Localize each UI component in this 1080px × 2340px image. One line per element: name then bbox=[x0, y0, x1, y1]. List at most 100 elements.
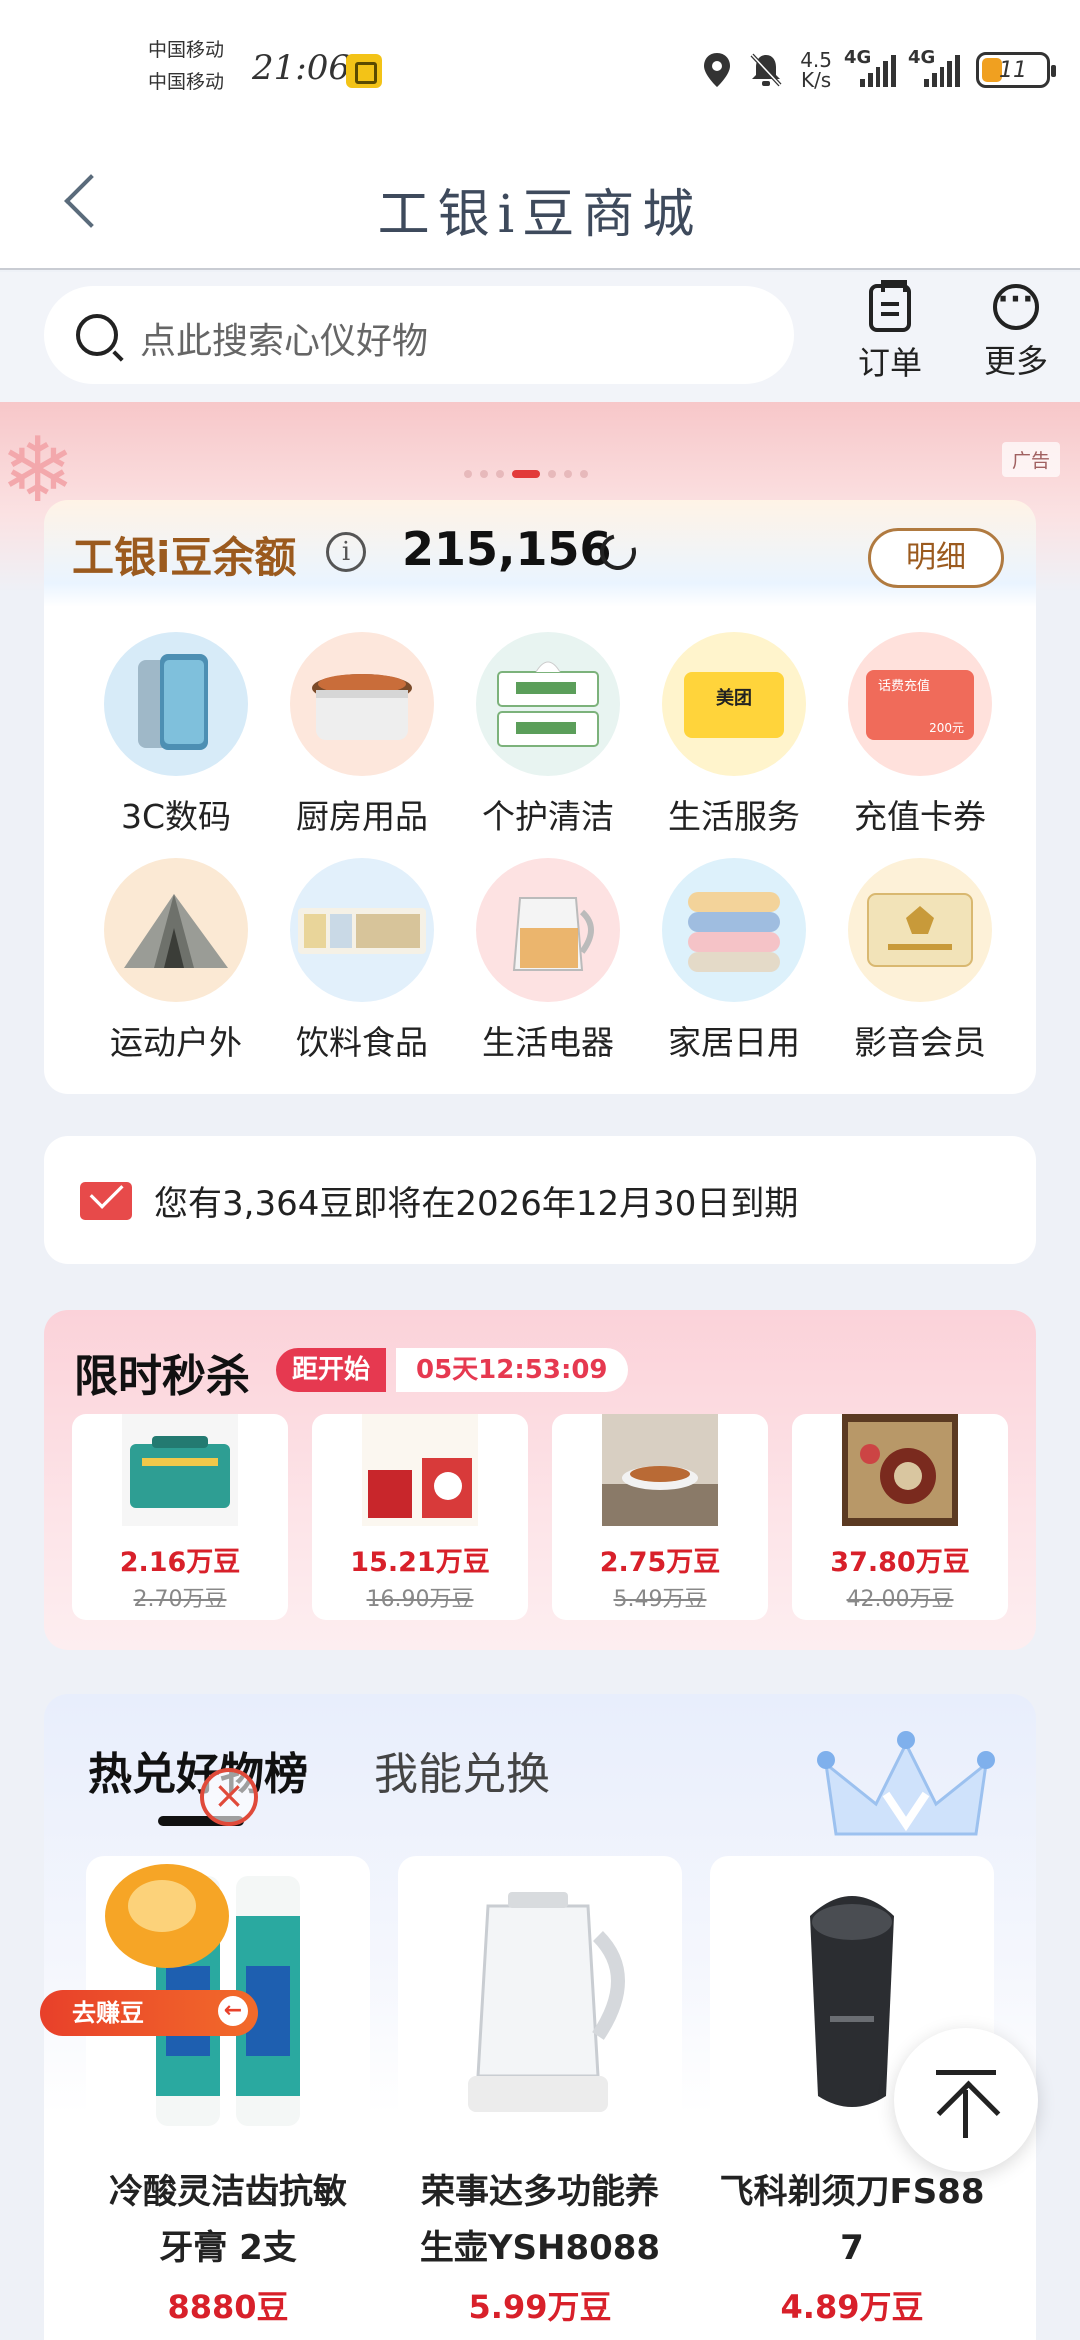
iqiyi-card-icon bbox=[848, 858, 992, 1002]
signal-1-icon: 4G bbox=[844, 47, 896, 87]
expiry-notice[interactable]: 您有3,364豆即将在2026年12月30日到期 bbox=[44, 1136, 1036, 1264]
flash-original-price: 16.90万豆 bbox=[366, 1587, 474, 1612]
signal-2-icon: 4G bbox=[908, 47, 960, 87]
bean-egg-icon bbox=[105, 1864, 229, 1968]
category-life-service[interactable]: 美团 生活服务 bbox=[644, 632, 824, 838]
product-card[interactable]: 荣事达多功能养 生壶YSH8088 5.99万豆 bbox=[398, 1856, 682, 2328]
order-list-icon bbox=[869, 280, 911, 332]
expiry-text: 您有3,364豆即将在2026年12月30日到期 bbox=[154, 1184, 799, 1224]
product-name-line1: 荣事达多功能养 bbox=[421, 2172, 659, 2212]
carrier-1: 中国移动 bbox=[148, 39, 225, 61]
flash-original-price: 2.70万豆 bbox=[133, 1587, 227, 1612]
flash-price: 2.16万豆 bbox=[119, 1547, 241, 1578]
flash-sale-title: 限时秒杀 bbox=[74, 1351, 250, 1402]
product-price: 4.89万豆 bbox=[780, 2288, 924, 2326]
flash-price: 37.80万豆 bbox=[830, 1547, 970, 1578]
towels-icon bbox=[662, 858, 806, 1002]
category-kitchen[interactable]: 厨房用品 bbox=[272, 632, 452, 838]
category-label: 充值卡券 bbox=[854, 797, 986, 836]
category-label: 家居日用 bbox=[668, 1023, 800, 1062]
search-icon bbox=[76, 314, 118, 356]
more-label: 更多 bbox=[983, 342, 1048, 380]
balance-card: 工银i豆余额 i 215,156 明细 3C数码 厨房用品 个护清洁 美团 生活… bbox=[44, 500, 1036, 1094]
app-badge-icon bbox=[346, 54, 382, 88]
category-label: 生活电器 bbox=[482, 1023, 614, 1062]
countdown-label: 距开始 bbox=[276, 1348, 387, 1392]
arrow-up-icon bbox=[963, 2090, 968, 2138]
category-label: 生活服务 bbox=[668, 797, 800, 836]
search-input[interactable]: 点此搜索心仪好物 bbox=[44, 286, 794, 384]
product-name-line1: 冷酸灵洁齿抗敏 bbox=[109, 2172, 347, 2212]
category-personal-care[interactable]: 个护清洁 bbox=[458, 632, 638, 838]
category-outdoor[interactable]: 运动户外 bbox=[86, 858, 266, 1064]
flash-price: 15.21万豆 bbox=[350, 1547, 490, 1578]
status-bar: 中国移动 中国移动 21:06 4.5 K/s 4G 4G 11 bbox=[0, 0, 1080, 140]
product-price: 5.99万豆 bbox=[468, 2288, 612, 2326]
battery-level: 11 bbox=[999, 57, 1027, 83]
flash-item[interactable]: 2.16万豆 2.70万豆 bbox=[72, 1414, 288, 1620]
back-to-top-button[interactable] bbox=[894, 2028, 1038, 2172]
category-label: 运动户外 bbox=[110, 1023, 242, 1062]
product-name-line2: 牙膏 2支 bbox=[159, 2228, 297, 2268]
flash-item[interactable]: 37.80万豆 42.00万豆 bbox=[792, 1414, 1008, 1620]
signal-1-label: 4G bbox=[844, 47, 872, 68]
category-label: 个护清洁 bbox=[482, 797, 614, 836]
kettle-icon bbox=[476, 858, 620, 1002]
detail-button[interactable]: 明细 bbox=[868, 528, 1004, 588]
countdown-timer: 05天12:53:09 bbox=[396, 1348, 628, 1392]
gift-box-image bbox=[362, 1414, 478, 1526]
close-icon[interactable]: × bbox=[200, 1768, 258, 1826]
signal-2-label: 4G bbox=[908, 47, 936, 68]
phone-icon bbox=[104, 632, 248, 776]
more-dots-icon bbox=[993, 282, 1039, 330]
category-label: 影音会员 bbox=[854, 1023, 986, 1062]
category-membership[interactable]: 影音会员 bbox=[830, 858, 1010, 1064]
category-home[interactable]: 家居日用 bbox=[644, 858, 824, 1064]
flash-item[interactable]: 2.75万豆 5.49万豆 bbox=[552, 1414, 768, 1620]
product-name-line1: 飞科剃须刀FS88 bbox=[719, 2172, 985, 2212]
product-name: 冷酸灵洁齿抗敏 牙膏 2支 bbox=[86, 2164, 370, 2276]
topup-card-text: 话费充值 bbox=[878, 678, 930, 694]
tab-hot-list[interactable]: 热兑好物榜 bbox=[88, 1738, 308, 1802]
balance-title: 工银i豆余额 bbox=[72, 533, 297, 582]
category-topup[interactable]: 话费充值 200元 充值卡券 bbox=[830, 632, 1010, 838]
drinks-icon bbox=[290, 858, 434, 1002]
battery-icon: 11 bbox=[976, 52, 1056, 88]
cooker-icon bbox=[290, 632, 434, 776]
location-icon bbox=[704, 53, 731, 87]
carrier-2: 中国移动 bbox=[148, 71, 225, 93]
net-speed: 4.5 K/s bbox=[800, 50, 832, 90]
ad-label: 广告 bbox=[1001, 442, 1060, 477]
tab-can-redeem[interactable]: 我能兑换 bbox=[374, 1738, 550, 1802]
flash-original-price: 42.00万豆 bbox=[846, 1587, 954, 1612]
topup-card-icon: 话费充值 200元 bbox=[848, 632, 992, 776]
product-name-line2: 7 bbox=[840, 2228, 864, 2268]
banner-pagination bbox=[464, 470, 588, 478]
category-appliances[interactable]: 生活电器 bbox=[458, 858, 638, 1064]
product-price: 8880豆 bbox=[167, 2288, 289, 2326]
flash-price: 2.75万豆 bbox=[599, 1547, 721, 1578]
product-name: 飞科剃须刀FS88 7 bbox=[710, 2164, 994, 2276]
product-name-line2: 生壶YSH8088 bbox=[419, 2228, 661, 2268]
arrow-left-icon: ← bbox=[218, 1996, 248, 2026]
more-button[interactable]: 更多 bbox=[966, 282, 1066, 382]
info-icon[interactable]: i bbox=[326, 532, 366, 572]
carrier-labels: 中国移动 中国移动 bbox=[148, 34, 224, 98]
orders-label: 订单 bbox=[857, 344, 922, 382]
category-label: 厨房用品 bbox=[296, 797, 428, 836]
search-placeholder: 点此搜索心仪好物 bbox=[140, 321, 429, 362]
net-speed-value: 4.5 bbox=[800, 48, 832, 72]
crown-icon bbox=[817, 1731, 995, 1836]
tool-case-image bbox=[122, 1414, 238, 1526]
category-3c[interactable]: 3C数码 bbox=[86, 632, 266, 838]
product-name: 荣事达多功能养 生壶YSH8088 bbox=[398, 2164, 682, 2276]
category-food[interactable]: 饮料食品 bbox=[272, 858, 452, 1064]
page-title: 工银i豆商城 bbox=[377, 185, 703, 245]
flash-item[interactable]: 15.21万豆 16.90万豆 bbox=[312, 1414, 528, 1620]
gift-set-image bbox=[842, 1414, 958, 1526]
net-speed-unit: K/s bbox=[800, 68, 832, 92]
status-icons: 4.5 K/s 4G 4G 11 bbox=[702, 40, 1056, 100]
flash-sale-section: 限时秒杀 距开始 05天12:53:09 2.16万豆 2.70万豆 15.21… bbox=[44, 1310, 1036, 1650]
orders-button[interactable]: 订单 bbox=[840, 280, 940, 384]
tissue-icon bbox=[476, 632, 620, 776]
